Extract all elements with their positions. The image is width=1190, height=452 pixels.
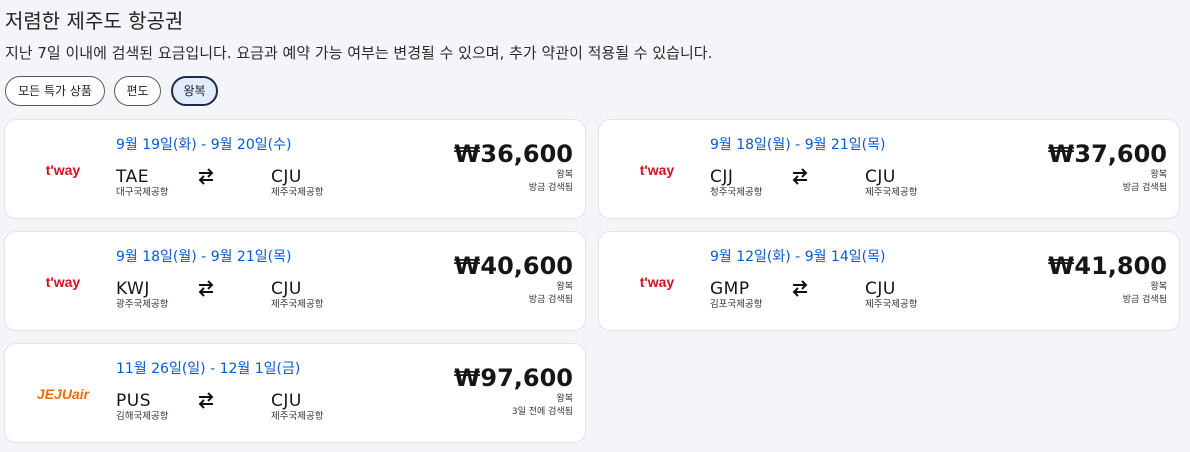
origin-airport: 김포국제공항 [710,299,763,310]
destination-code: CJU [865,167,896,187]
origin-code: PUS [116,391,151,411]
destination-airport: 제주국제공항 [865,299,918,310]
origin-airport: 대구국제공항 [116,187,169,198]
trip-type: 왕복 [556,170,573,180]
filter-all-deals[interactable]: 모든 특가 상품 [5,76,105,106]
searched-time: 3일 전에 검색됨 [511,407,573,417]
tway-logo-icon: t'way [611,152,703,186]
origin-airport: 청주국제공항 [710,187,763,198]
deal-card[interactable]: t'way 9월 18일(월) - 9월 21일(목) KWJ 광주국제공항 C… [4,231,586,331]
section-title: 저렴한 제주도 항공권 [5,9,184,33]
destination-airport: 제주국제공항 [271,299,324,310]
destination-code: CJU [865,279,896,299]
destination-airport: 제주국제공항 [271,411,324,422]
destination-airport: 제주국제공항 [271,187,324,198]
destination-code: CJU [271,167,302,187]
travel-dates: 9월 18일(월) - 9월 21일(목) [710,137,886,153]
origin-code: GMP [710,279,750,299]
travel-dates: 11월 26일(일) - 12월 1일(금) [116,361,301,377]
travel-dates: 9월 19일(화) - 9월 20일(수) [116,137,292,153]
deal-card[interactable]: t'way 9월 18일(월) - 9월 21일(목) CJJ 청주국제공항 C… [598,119,1180,219]
svg-text:t'way: t'way [46,162,81,178]
price: ₩97,600 [453,364,573,392]
section-subtitle: 지난 7일 이내에 검색된 요금입니다. 요금과 예약 가능 여부는 변경될 수… [5,44,713,62]
destination-code: CJU [271,391,302,411]
searched-time: 방금 검색됨 [528,183,573,193]
price: ₩40,600 [453,252,573,280]
jejuair-logo-icon: JEJUair [17,376,109,410]
svg-text:JEJUair: JEJUair [37,386,91,402]
cheap-flights-section: 저렴한 제주도 항공권 지난 7일 이내에 검색된 요금입니다. 요금과 예약 … [0,0,1190,452]
trip-type: 왕복 [556,282,573,292]
trip-type: 왕복 [556,394,573,404]
trip-type: 왕복 [1150,282,1167,292]
round-trip-arrows-icon [789,278,811,298]
svg-text:t'way: t'way [640,274,675,290]
svg-text:t'way: t'way [46,274,81,290]
tway-logo-icon: t'way [17,264,109,298]
origin-code: KWJ [116,279,150,299]
destination-airport: 제주국제공항 [865,187,918,198]
travel-dates: 9월 12일(화) - 9월 14일(목) [710,249,886,265]
round-trip-arrows-icon [195,166,217,186]
origin-code: CJJ [710,167,734,187]
searched-time: 방금 검색됨 [528,295,573,305]
filter-round-trip[interactable]: 왕복 [171,76,218,106]
deal-card[interactable]: JEJUair 11월 26일(일) - 12월 1일(금) PUS 김해국제공… [4,343,586,443]
deal-card[interactable]: t'way 9월 12일(화) - 9월 14일(목) GMP 김포국제공항 C… [598,231,1180,331]
origin-airport: 광주국제공항 [116,299,169,310]
svg-text:t'way: t'way [640,162,675,178]
travel-dates: 9월 18일(월) - 9월 21일(목) [116,249,292,265]
searched-time: 방금 검색됨 [1122,183,1167,193]
tway-logo-icon: t'way [17,152,109,186]
searched-time: 방금 검색됨 [1122,295,1167,305]
round-trip-arrows-icon [195,278,217,298]
price: ₩41,800 [1047,252,1167,280]
destination-code: CJU [271,279,302,299]
price: ₩37,600 [1047,140,1167,168]
origin-code: TAE [116,167,149,187]
round-trip-arrows-icon [789,166,811,186]
filter-one-way[interactable]: 편도 [114,76,161,106]
price: ₩36,600 [453,140,573,168]
trip-type: 왕복 [1150,170,1167,180]
tway-logo-icon: t'way [611,264,703,298]
origin-airport: 김해국제공항 [116,411,169,422]
deal-card[interactable]: t'way 9월 19일(화) - 9월 20일(수) TAE 대구국제공항 C… [4,119,586,219]
round-trip-arrows-icon [195,390,217,410]
